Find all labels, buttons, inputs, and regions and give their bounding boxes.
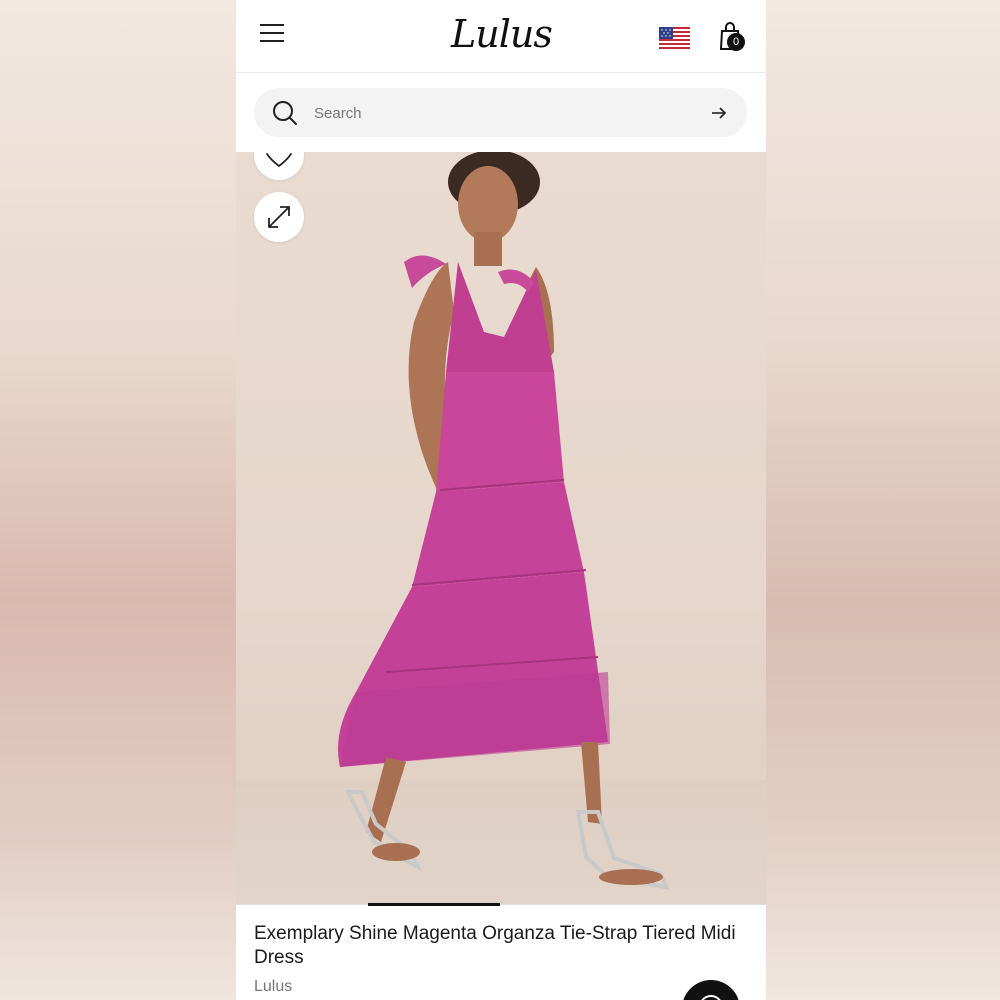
site-logo[interactable]: Lulus bbox=[451, 12, 553, 56]
background-right bbox=[766, 0, 1000, 1000]
hamburger-menu-icon[interactable] bbox=[260, 24, 284, 44]
cart-count-badge: 0 bbox=[727, 33, 745, 51]
carousel-track bbox=[236, 904, 766, 905]
chat-button[interactable] bbox=[682, 980, 740, 1000]
arrow-right-icon[interactable] bbox=[709, 103, 729, 123]
product-image[interactable] bbox=[236, 152, 766, 905]
background-left bbox=[0, 0, 236, 1000]
expand-icon bbox=[268, 206, 290, 228]
site-header: Lulus 0 bbox=[236, 0, 766, 73]
search-input[interactable] bbox=[312, 100, 686, 126]
model-illustration bbox=[338, 152, 670, 890]
expand-image-button[interactable] bbox=[254, 192, 304, 242]
search-bar[interactable] bbox=[254, 88, 747, 137]
carousel-indicator[interactable] bbox=[368, 903, 500, 906]
us-flag-icon[interactable] bbox=[659, 27, 690, 49]
heart-icon bbox=[266, 153, 292, 168]
wishlist-button[interactable] bbox=[254, 152, 304, 180]
chat-icon bbox=[701, 995, 721, 1000]
mobile-page: Lulus 0 Search Exemplary Shine Magenta O… bbox=[236, 0, 766, 1000]
product-brand[interactable]: Lulus bbox=[254, 978, 292, 996]
product-title: Exemplary Shine Magenta Organza Tie-Stra… bbox=[254, 923, 736, 968]
search-icon[interactable] bbox=[272, 100, 298, 126]
